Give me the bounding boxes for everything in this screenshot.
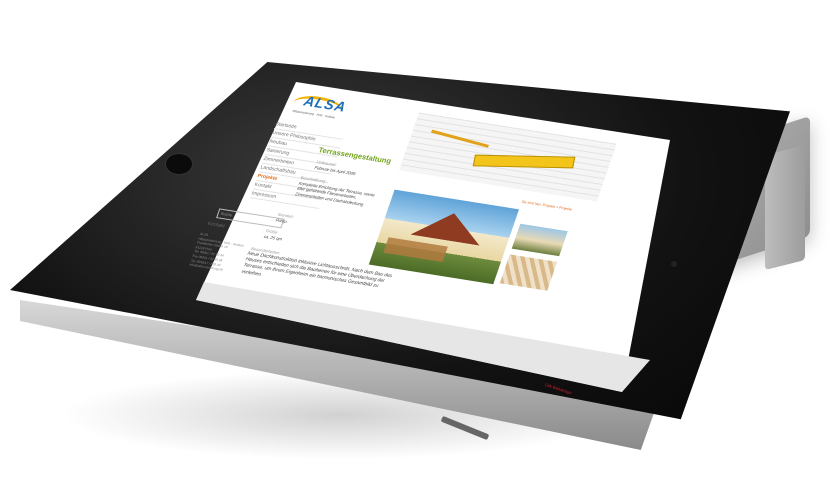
size-value: ca. 25 qm	[263, 233, 283, 242]
location-value: Pohl	[275, 217, 285, 224]
house-roof	[410, 208, 488, 246]
home-button	[165, 153, 193, 175]
house-terrace	[383, 237, 448, 263]
breadcrumb[interactable]: Sie sind hier: Projekte > Projekte	[521, 200, 573, 212]
house-photo-thumb-2[interactable]	[499, 254, 558, 291]
house-photo-thumb-1[interactable]	[511, 223, 568, 257]
tape-measure-image	[472, 154, 576, 169]
camera-icon	[671, 261, 677, 267]
house-photo-main[interactable]	[368, 189, 520, 285]
photo-scene: ALSA Altbausanierung · Holz · Ausbau Sta…	[0, 0, 830, 479]
